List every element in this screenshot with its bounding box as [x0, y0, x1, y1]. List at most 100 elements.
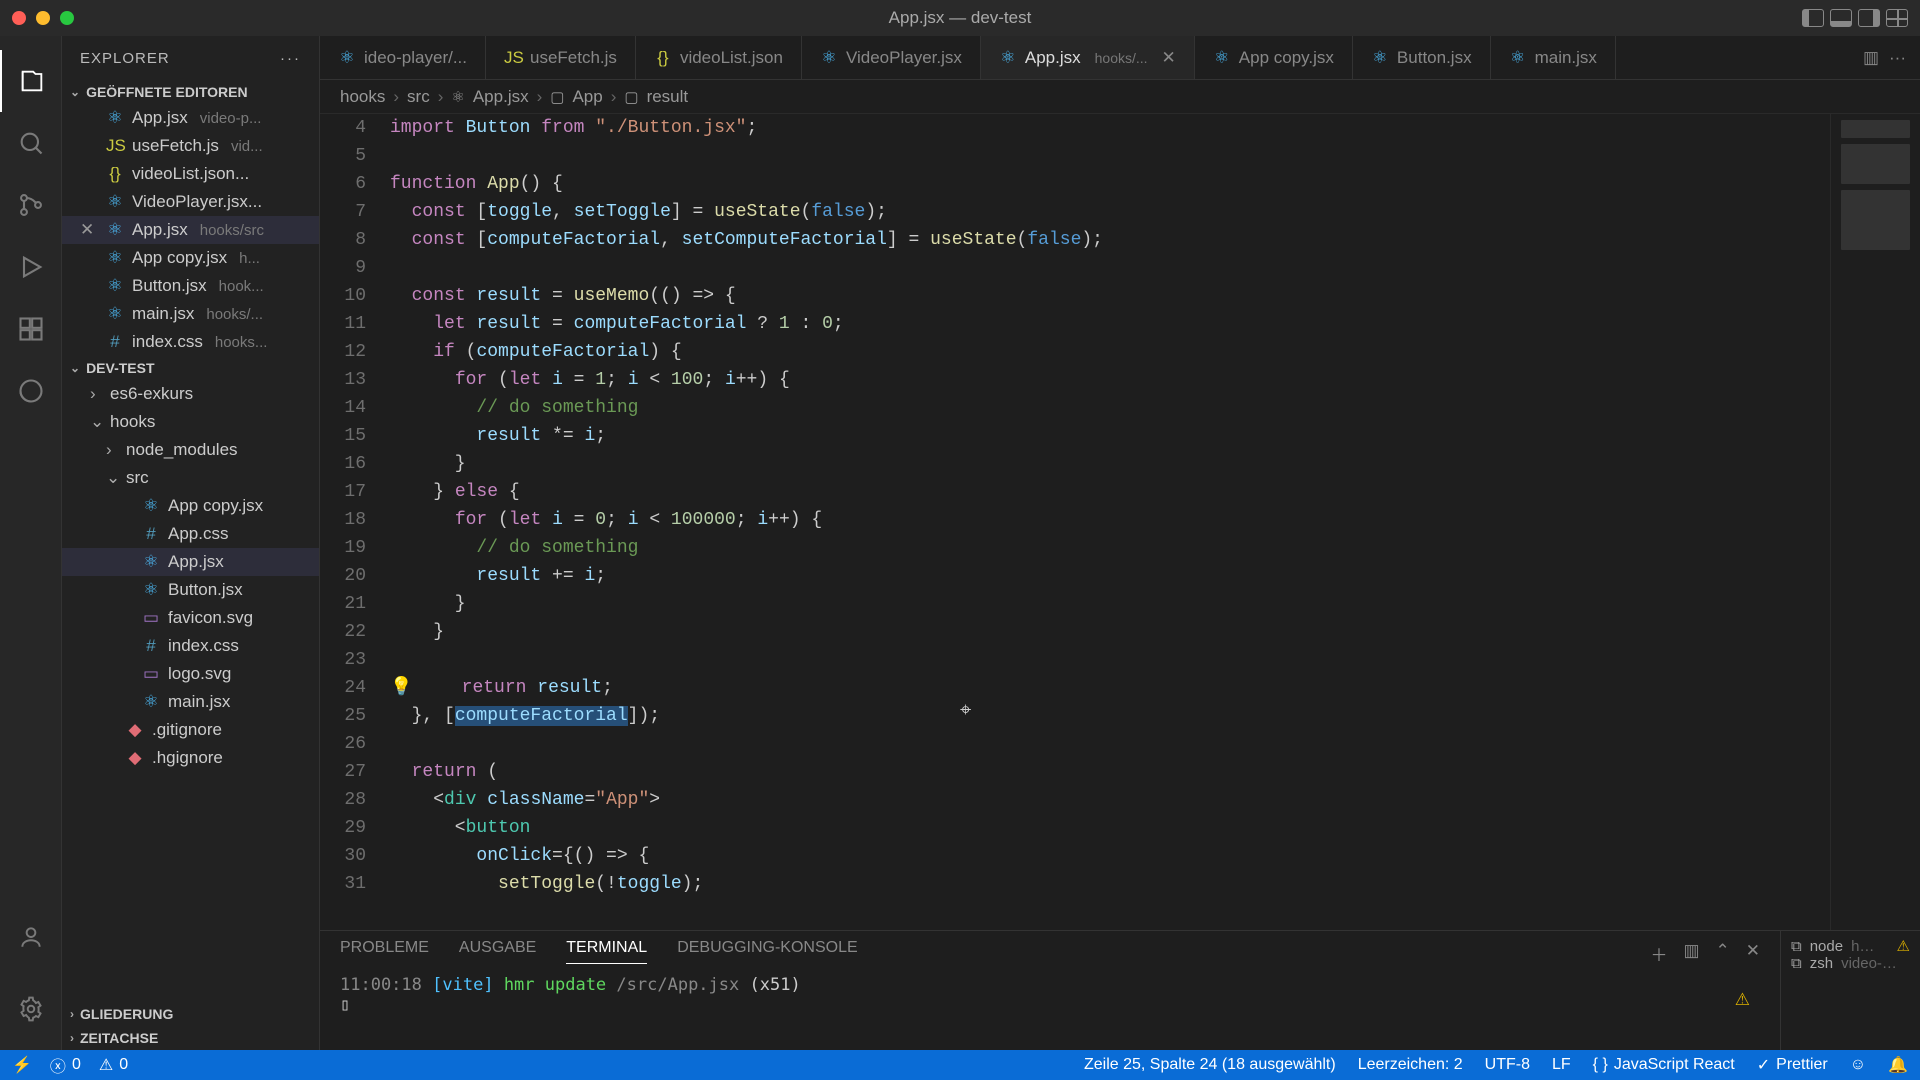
- open-editor-item[interactable]: # index.css hooks...: [62, 328, 319, 356]
- code-line[interactable]: 4import Button from "./Button.jsx";: [320, 114, 1830, 142]
- breadcrumb-segment[interactable]: src: [407, 87, 430, 107]
- split-editor-icon[interactable]: ▥: [1863, 48, 1879, 68]
- prettier-status[interactable]: ✓ Prettier: [1757, 1055, 1828, 1075]
- code-line[interactable]: 12 if (computeFactorial) {: [320, 338, 1830, 366]
- warning-icon[interactable]: ⚠: [1735, 990, 1750, 1010]
- code-line[interactable]: 24💡 return result;: [320, 674, 1830, 702]
- sidebar-more-icon[interactable]: ···: [280, 50, 301, 67]
- errors-count[interactable]: ⓧ 0: [50, 1053, 81, 1077]
- breadcrumb-segment[interactable]: hooks: [340, 87, 385, 107]
- panel-tab[interactable]: DEBUGGING-KONSOLE: [677, 939, 857, 963]
- run-debug-icon[interactable]: [0, 236, 62, 298]
- folder-item[interactable]: ›node_modules: [62, 436, 319, 464]
- code-line[interactable]: 9: [320, 254, 1830, 282]
- code-line[interactable]: 16 }: [320, 450, 1830, 478]
- maximize-window-icon[interactable]: [60, 11, 74, 25]
- file-item[interactable]: ◆.gitignore: [62, 716, 319, 744]
- feedback-icon[interactable]: ☺: [1850, 1056, 1866, 1074]
- code-line[interactable]: 5: [320, 142, 1830, 170]
- cursor-position[interactable]: Zeile 25, Spalte 24 (18 ausgewählt): [1084, 1056, 1336, 1074]
- breadcrumb[interactable]: hooks›src›⚛App.jsx›▢App›▢result: [320, 80, 1920, 114]
- open-editor-item[interactable]: {} videoList.json...: [62, 160, 319, 188]
- terminal-list[interactable]: ⧉nodeh…⚠⧉zshvideo-…: [1780, 931, 1920, 1050]
- open-editor-item[interactable]: ⚛ VideoPlayer.jsx...: [62, 188, 319, 216]
- chevron-up-icon[interactable]: ⌃: [1716, 941, 1730, 966]
- code-line[interactable]: 6function App() {: [320, 170, 1830, 198]
- minimize-window-icon[interactable]: [36, 11, 50, 25]
- code-line[interactable]: 29 <button: [320, 814, 1830, 842]
- file-item[interactable]: #App.css: [62, 520, 319, 548]
- open-editor-item[interactable]: ⚛ Button.jsx hook...: [62, 272, 319, 300]
- code-line[interactable]: 19 // do something: [320, 534, 1830, 562]
- open-editor-item[interactable]: ⚛ main.jsx hooks/...: [62, 300, 319, 328]
- code-line[interactable]: 22 }: [320, 618, 1830, 646]
- panel-tab[interactable]: TERMINAL: [566, 939, 647, 964]
- more-actions-icon[interactable]: ···: [1889, 48, 1906, 68]
- minimap[interactable]: [1830, 114, 1920, 930]
- code-line[interactable]: 30 onClick={() => {: [320, 842, 1830, 870]
- file-item[interactable]: ⚛main.jsx: [62, 688, 319, 716]
- open-editor-item[interactable]: ⚛ App.jsx video-p...: [62, 104, 319, 132]
- terminal-entry[interactable]: ⧉nodeh…⚠: [1791, 937, 1910, 955]
- file-item[interactable]: #index.css: [62, 632, 319, 660]
- close-window-icon[interactable]: [12, 11, 26, 25]
- lightbulb-icon[interactable]: 💡: [390, 678, 412, 698]
- code-line[interactable]: 26: [320, 730, 1830, 758]
- toggle-left-panel-icon[interactable]: [1802, 9, 1824, 27]
- code-line[interactable]: 18 for (let i = 0; i < 100000; i++) {: [320, 506, 1830, 534]
- toggle-right-panel-icon[interactable]: [1858, 9, 1880, 27]
- editor-tab[interactable]: ⚛ App copy.jsx: [1195, 36, 1353, 79]
- split-terminal-icon[interactable]: ▥: [1683, 941, 1699, 966]
- code-line[interactable]: 23: [320, 646, 1830, 674]
- code-line[interactable]: 10 const result = useMemo(() => {: [320, 282, 1830, 310]
- code-line[interactable]: 8 const [computeFactorial, setComputeFac…: [320, 226, 1830, 254]
- customize-layout-icon[interactable]: [1886, 9, 1908, 27]
- editor-tab[interactable]: ⚛ ideo-player/...: [320, 36, 486, 79]
- new-terminal-icon[interactable]: ＋: [1650, 941, 1667, 966]
- code-line[interactable]: 7 const [toggle, setToggle] = useState(f…: [320, 198, 1830, 226]
- explorer-icon[interactable]: [0, 50, 62, 112]
- code-line[interactable]: 17 } else {: [320, 478, 1830, 506]
- close-panel-icon[interactable]: ✕: [1746, 941, 1760, 966]
- code-line[interactable]: 21 }: [320, 590, 1830, 618]
- open-editor-item[interactable]: ⚛ App copy.jsx h...: [62, 244, 319, 272]
- eol[interactable]: LF: [1552, 1056, 1571, 1074]
- indentation[interactable]: Leerzeichen: 2: [1358, 1056, 1463, 1074]
- breadcrumb-segment[interactable]: App.jsx: [473, 87, 529, 107]
- code-line[interactable]: 25 }, [computeFactorial]);: [320, 702, 1830, 730]
- code-line[interactable]: 13 for (let i = 1; i < 100; i++) {: [320, 366, 1830, 394]
- editor-tab[interactable]: {} videoList.json: [636, 36, 802, 79]
- editor-tab[interactable]: ⚛ VideoPlayer.jsx: [802, 36, 981, 79]
- code-line[interactable]: 14 // do something: [320, 394, 1830, 422]
- accounts-icon[interactable]: [0, 906, 62, 968]
- file-item[interactable]: ▭logo.svg: [62, 660, 319, 688]
- timeline-header[interactable]: › ZEITACHSE: [62, 1026, 319, 1050]
- panel-tab[interactable]: AUSGABE: [459, 939, 536, 963]
- notifications-icon[interactable]: 🔔: [1888, 1055, 1908, 1075]
- code-line[interactable]: 31 setToggle(!toggle);: [320, 870, 1830, 898]
- project-header[interactable]: ⌄ DEV-TEST: [62, 356, 319, 380]
- toggle-bottom-panel-icon[interactable]: [1830, 9, 1852, 27]
- code-line[interactable]: 28 <div className="App">: [320, 786, 1830, 814]
- file-item[interactable]: ◆.hgignore: [62, 744, 319, 772]
- file-item[interactable]: ▭favicon.svg: [62, 604, 319, 632]
- file-item[interactable]: ⚛Button.jsx: [62, 576, 319, 604]
- code-line[interactable]: 20 result += i;: [320, 562, 1830, 590]
- warnings-count[interactable]: ⚠ 0: [99, 1055, 128, 1075]
- terminal-output[interactable]: 11:00:18 [vite] hmr update /src/App.jsx …: [320, 971, 1920, 1050]
- code-line[interactable]: 15 result *= i;: [320, 422, 1830, 450]
- breadcrumb-segment[interactable]: App: [572, 87, 602, 107]
- settings-gear-icon[interactable]: [0, 978, 62, 1040]
- language-mode[interactable]: { } JavaScript React: [1593, 1056, 1735, 1074]
- edge-tools-icon[interactable]: [0, 360, 62, 422]
- open-editor-item[interactable]: JS useFetch.js vid...: [62, 132, 319, 160]
- file-item[interactable]: ⚛App copy.jsx: [62, 492, 319, 520]
- breadcrumb-segment[interactable]: result: [647, 87, 689, 107]
- folder-item[interactable]: ⌄src: [62, 464, 319, 492]
- folder-item[interactable]: ⌄hooks: [62, 408, 319, 436]
- extensions-icon[interactable]: [0, 298, 62, 360]
- code-line[interactable]: 11 let result = computeFactorial ? 1 : 0…: [320, 310, 1830, 338]
- code-editor[interactable]: 4import Button from "./Button.jsx";56fun…: [320, 114, 1830, 930]
- editor-tab[interactable]: JS useFetch.js: [486, 36, 636, 79]
- search-icon[interactable]: [0, 112, 62, 174]
